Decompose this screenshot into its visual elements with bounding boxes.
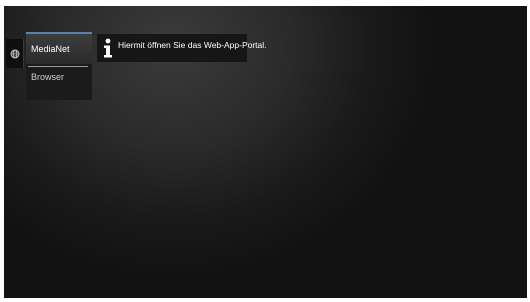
- menu-item-label: Browser: [31, 72, 65, 82]
- tooltip-text: Hiermit öffnen Sie das Web-App-Portal.: [118, 40, 267, 50]
- tooltip: Hiermit öffnen Sie das Web-App-Portal.: [97, 34, 267, 62]
- menu-item-label: MediaNet: [31, 44, 70, 54]
- menu-item-medianet[interactable]: MediaNet: [26, 32, 92, 64]
- globe-tab[interactable]: [6, 39, 24, 68]
- globe-icon: [10, 49, 20, 59]
- app-menu: MediaNet Browser: [26, 32, 92, 100]
- info-icon: [101, 37, 115, 59]
- app-screen: MediaNet Browser Hiermit öffnen Sie das …: [4, 6, 527, 298]
- menu-item-browser[interactable]: Browser: [26, 67, 92, 99]
